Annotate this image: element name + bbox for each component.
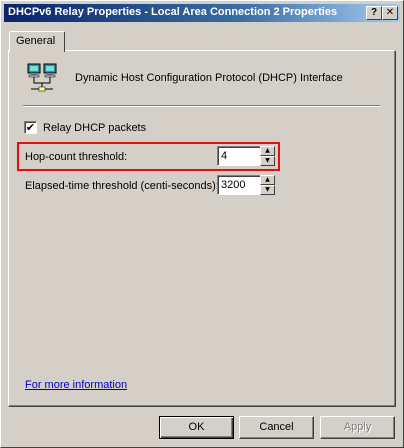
relay-dhcp-label[interactable]: Relay DHCP packets bbox=[43, 122, 146, 134]
hop-count-up-arrow-icon[interactable]: ▲ bbox=[260, 146, 275, 156]
interface-label: Dynamic Host Configuration Protocol (DHC… bbox=[75, 72, 343, 84]
title-bar[interactable]: DHCPv6 Relay Properties - Local Area Con… bbox=[4, 4, 400, 22]
tab-general[interactable]: General bbox=[9, 31, 65, 52]
hop-count-spinner: ▲ ▼ bbox=[260, 146, 275, 166]
apply-button[interactable]: Apply bbox=[320, 416, 395, 439]
tab-general-label: General bbox=[16, 35, 56, 47]
hop-count-label: Hop-count threshold: bbox=[25, 151, 128, 163]
hop-count-down-arrow-icon[interactable]: ▼ bbox=[260, 156, 275, 166]
separator bbox=[23, 105, 380, 107]
window-title: DHCPv6 Relay Properties - Local Area Con… bbox=[8, 6, 338, 18]
general-tab-panel bbox=[8, 50, 396, 407]
network-computers-icon bbox=[27, 63, 57, 92]
elapsed-time-down-arrow-icon[interactable]: ▼ bbox=[260, 185, 275, 195]
hop-count-input[interactable] bbox=[217, 146, 261, 166]
help-button[interactable]: ? bbox=[366, 6, 382, 20]
properties-dialog: DHCPv6 Relay Properties - Local Area Con… bbox=[0, 0, 404, 448]
elapsed-time-spinner: ▲ ▼ bbox=[260, 175, 275, 195]
cancel-button[interactable]: Cancel bbox=[239, 416, 314, 439]
close-button[interactable]: ✕ bbox=[382, 6, 398, 20]
relay-dhcp-checkbox[interactable]: ✔ bbox=[24, 121, 37, 134]
elapsed-time-input[interactable] bbox=[217, 175, 261, 195]
ok-button[interactable]: OK bbox=[159, 416, 234, 439]
elapsed-time-label: Elapsed-time threshold (centi-seconds): bbox=[25, 180, 219, 192]
more-information-link[interactable]: For more information bbox=[25, 379, 127, 391]
elapsed-time-up-arrow-icon[interactable]: ▲ bbox=[260, 175, 275, 185]
